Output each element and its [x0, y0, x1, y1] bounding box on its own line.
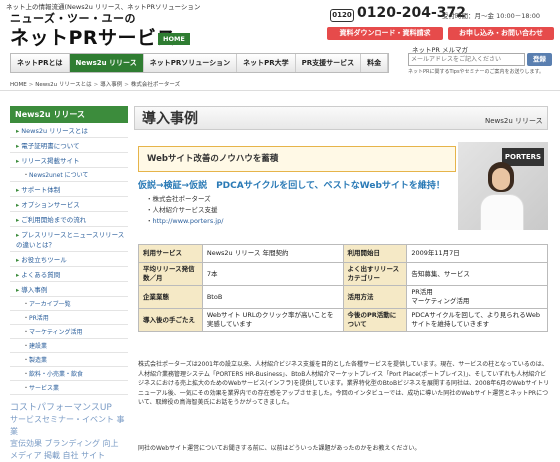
tag-cloud-line[interactable]: メディア 掲載 自社 サイト — [10, 450, 128, 462]
case-headline: 仮説→検証→仮説 PDCAサイクルを回して、ベストなWebサイトを維持！ — [138, 181, 445, 191]
table-header-cell: 活用方法 — [342, 285, 408, 309]
sidebar-item[interactable]: プレスリリースとニュースリリースの違いとは？ — [10, 227, 128, 252]
sidebar-item[interactable]: ご利用開始までの流れ — [10, 212, 128, 227]
table-body: 利用サービス News2u リリース 年間契約 利用開始日 2009年11月7日 平均リ… — [138, 244, 548, 332]
breadcrumb-divider — [0, 90, 560, 91]
sidebar-menu: News2u リリースとは電子証明書についてリリース掲載サイトNews2unet… — [10, 123, 128, 395]
nav-netpr-university[interactable]: ネットPR大学 — [237, 54, 296, 72]
breadcrumb-cases[interactable]: 導入事例 — [100, 82, 122, 88]
company-info-list: ・株式会社ポーターズ ・人材紹介サービス支援 ・http://www.porte… — [146, 194, 223, 227]
nav-pr-support[interactable]: PR支援サービス — [295, 54, 362, 72]
page-category: News2u リリース — [485, 117, 543, 125]
photo-body — [480, 194, 524, 230]
table-value-cell: PDCAサイクルを回して、より見られるWebサイトを維持していきます — [406, 308, 548, 332]
table-value-cell: 告知募集、サービス — [406, 262, 548, 286]
table-value-cell: Webサイト URLのクリック率が高いことを実感しています — [201, 308, 344, 332]
home-link[interactable]: HOME — [158, 33, 190, 45]
tag-cloud-line[interactable]: コストパフォーマンスUP — [10, 402, 128, 414]
sidebar-item[interactable]: アーカイブ一覧 — [10, 297, 128, 311]
table-header-cell: 今後のPR活動について — [342, 308, 408, 332]
sidebar-item[interactable]: リリース掲載サイト — [10, 153, 128, 168]
sidebar-item[interactable]: PR活用 — [10, 311, 128, 325]
page-title: 導入事例 — [142, 111, 198, 127]
breadcrumb-home[interactable]: HOME — [10, 82, 27, 88]
case-description: 株式会社ポーターズは2001年の設立以来、人材紹介ビジネス支援を目的とした各種サ… — [138, 361, 550, 406]
company-name: 株式会社ポーターズ — [152, 195, 211, 203]
nav-netpr-solution[interactable]: ネットPRソリューション — [143, 54, 238, 72]
newsletter-email-input[interactable] — [408, 53, 525, 66]
table-row: 利用サービス News2u リリース 年間契約 利用開始日 2009年11月7日 — [138, 244, 548, 263]
company-business: 人材紹介サービス支援 — [152, 206, 218, 214]
nav-pricing[interactable]: 料金 — [361, 54, 389, 72]
breadcrumb-separator: > — [28, 82, 34, 88]
breadcrumb-current: 株式会社ポーターズ — [130, 82, 181, 88]
sidebar-item[interactable]: よくある質問 — [10, 267, 128, 282]
newsletter-register-button[interactable]: 登録 — [527, 53, 552, 66]
sidebar-item[interactable]: News2u リリースとは — [10, 123, 128, 138]
table-value-cell: 7本 — [201, 262, 344, 286]
usage-info-table: 利用サービス News2u リリース 年間契約 利用開始日 2009年11月7日 平均リ… — [138, 244, 548, 332]
nav-news2u-release[interactable]: News2u リリース — [69, 54, 144, 72]
list-item: ・人材紹介サービス支援 — [146, 206, 218, 214]
table-row: 平均リリース発信数／月 7本 よく出すリリースカテゴリー 告知募集、サービス — [138, 262, 548, 286]
table-row: 導入後の手ごたえ Webサイト URLのクリック率が高いことを実感しています 今後の… — [138, 308, 548, 332]
sidebar-item[interactable]: News2unet について — [10, 168, 128, 182]
sidebar-item[interactable]: 飲料・小売業・飲食 — [10, 367, 128, 381]
tag-cloud-line[interactable]: 宣伝効果 ブランディング 向上 — [10, 438, 128, 450]
sidebar: News2u リリース News2u リリースとは電子証明書についてリリース掲載… — [10, 106, 128, 395]
sidebar-item[interactable]: サポート体制 — [10, 182, 128, 197]
business-hours: 受付時間：月～金 10:00－18:00 — [442, 12, 541, 20]
breadcrumb-news2u[interactable]: News2u リリースとは — [35, 82, 91, 88]
sidebar-item[interactable]: マーケティング活用 — [10, 325, 128, 339]
table-value-cell: BtoB — [201, 285, 344, 309]
sidebar-item[interactable]: 建設業 — [10, 339, 128, 353]
company-url-link[interactable]: http://www.porters.jp/ — [153, 217, 224, 225]
sidebar-item[interactable]: オプションサービス — [10, 197, 128, 212]
table-value-cell: News2u リリース 年間契約 — [201, 244, 344, 263]
document-download-button[interactable]: 資料ダウンロード・資料請求 — [327, 27, 443, 40]
list-item: ・http://www.porters.jp/ — [146, 217, 224, 225]
sidebar-title: News2u リリース — [10, 106, 128, 123]
table-row: 企業業態 BtoB 活用方法 PR活用 マーケティング活用 — [138, 285, 548, 309]
breadcrumb: HOME > News2u リリースとは > 導入事例 > 株式会社ポーターズ — [10, 80, 180, 88]
interviewee-photo: PORTERS — [458, 142, 548, 230]
sidebar-item[interactable]: サービス業 — [10, 381, 128, 395]
contact-button[interactable]: お申し込み・お問い合わせ — [448, 27, 554, 40]
breadcrumb-separator: > — [93, 82, 99, 88]
sidebar-item[interactable]: お役立ちツール — [10, 252, 128, 267]
table-header-cell: 利用サービス — [138, 244, 203, 263]
nav-netpr[interactable]: ネットPRとは — [11, 54, 70, 72]
table-value-cell: PR活用 マーケティング活用 — [406, 285, 548, 309]
global-nav: ネットPRとは News2u リリース ネットPRソリューション ネットPR大学… — [10, 53, 390, 73]
tag-cloud-line[interactable]: サービスセミナー・イベント 事業 — [10, 414, 128, 438]
table-value-cell: 2009年11月7日 — [406, 244, 548, 263]
table-header-cell: 利用開始日 — [342, 244, 408, 263]
sidebar-tag-cloud: コストパフォーマンスUP サービスセミナー・イベント 事業 宣伝効果 ブランディ… — [10, 402, 128, 462]
interview-question: 同社のWebサイト運営についてお聞きする前に、以前はどういった課題があったのかを… — [138, 445, 421, 452]
newsletter-note: ネットPRに関するTipsやセミナーのご案内をお送りします。 — [408, 69, 545, 75]
sidebar-item[interactable]: 電子証明書について — [10, 138, 128, 153]
sidebar-item[interactable]: 導入事例 — [10, 282, 128, 297]
case-tag: Webサイト改善のノウハウを蓄積 — [147, 154, 279, 164]
sidebar-item[interactable]: 製造業 — [10, 353, 128, 367]
table-header-cell: 平均リリース発信数／月 — [138, 262, 203, 286]
breadcrumb-separator: > — [124, 82, 129, 88]
phone-icon: 0120 — [330, 9, 354, 22]
table-header-cell: よく出すリリースカテゴリー — [342, 262, 408, 286]
photo-face — [492, 168, 510, 190]
table-header-cell: 導入後の手ごたえ — [138, 308, 203, 332]
site-logo[interactable]: ネットPRサービス — [10, 23, 176, 50]
list-item: ・株式会社ポーターズ — [146, 195, 211, 203]
table-header-cell: 企業業態 — [138, 285, 203, 309]
